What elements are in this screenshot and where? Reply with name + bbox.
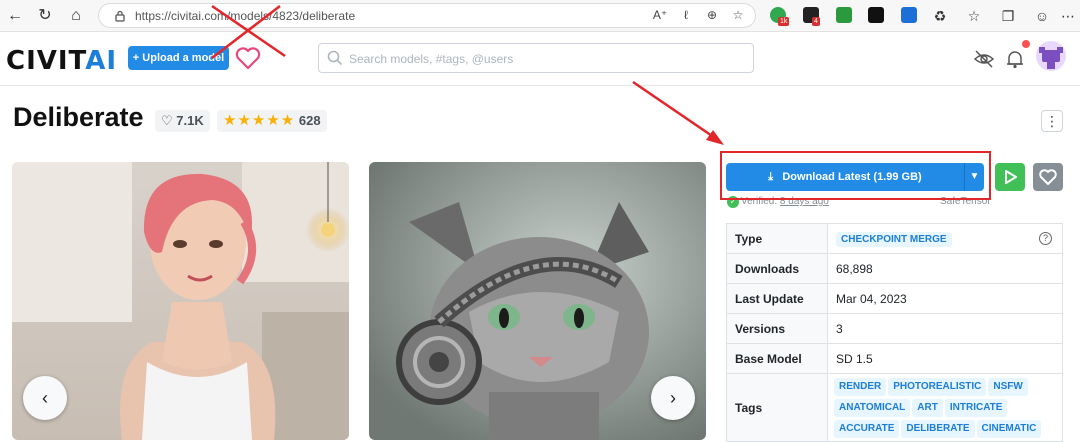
details-row-last-update: Last Update Mar 04, 2023 <box>726 283 1063 314</box>
rating-count: 628 <box>298 113 321 128</box>
tags-cell: RENDER PHOTOREALISTIC NSFW ANATOMICAL ART INT… <box>827 373 1063 442</box>
collections-icon[interactable]: ❐ <box>999 7 1017 25</box>
browser-toolbar: ← ↻ ⌂ https://civitai.com/models/4823/de… <box>0 0 1080 32</box>
likes-count: 7.1K <box>176 113 204 128</box>
upload-model-button[interactable]: + Upload a model <box>128 46 229 70</box>
last-update-value: Mar 04, 2023 <box>827 283 1063 314</box>
tag-chip[interactable]: CINEMATIC <box>976 420 1042 438</box>
type-cell: CHECKPOINT MERGE? <box>827 223 1063 254</box>
last-update-label: Last Update <box>726 283 828 314</box>
details-row-type: Type CHECKPOINT MERGE? <box>726 223 1063 254</box>
tags-label: Tags <box>726 373 828 442</box>
search-input[interactable]: Search models, #tags, @users <box>318 43 754 73</box>
tag-chip[interactable]: ANATOMICAL <box>834 399 911 417</box>
logo-text-ai: AI <box>85 46 118 76</box>
search-icon <box>327 50 343 66</box>
logo-text-civit: CIVIT <box>6 46 86 76</box>
shield-extension-icon[interactable] <box>836 7 852 23</box>
downloads-label: Downloads <box>726 253 828 284</box>
tag-chip[interactable]: INTRICATE <box>944 399 1008 417</box>
add-favorite-icon[interactable]: ☆ <box>729 8 747 22</box>
favorites-icon[interactable]: ☆ <box>965 7 983 25</box>
tag-chip[interactable]: NSFW <box>988 378 1028 396</box>
translate-icon[interactable]: ℓ <box>677 8 695 22</box>
downloads-value: 68,898 <box>827 253 1063 284</box>
extension-5-icon[interactable] <box>901 7 917 23</box>
details-row-tags: Tags RENDER PHOTOREALISTIC NSFWANATOMICAL A… <box>726 373 1063 442</box>
base-model-value: SD 1.5 <box>827 343 1063 374</box>
annotation-highlight-box <box>720 151 991 200</box>
more-menu-icon[interactable]: ⋯ <box>1059 7 1077 25</box>
favorite-button[interactable] <box>1033 163 1063 191</box>
details-row-base-model: Base Model SD 1.5 <box>726 343 1063 374</box>
type-badge: CHECKPOINT MERGE <box>836 231 952 247</box>
url-text: https://civitai.com/models/4823/delibera… <box>135 9 356 23</box>
notification-dot <box>1022 40 1030 48</box>
address-bar[interactable]: https://civitai.com/models/4823/delibera… <box>98 3 756 28</box>
base-model-label: Base Model <box>726 343 828 374</box>
heart-icon <box>1039 169 1057 185</box>
profile-icon[interactable]: ☺ <box>1033 7 1051 25</box>
extension-1-badge: 1k <box>778 17 790 26</box>
home-icon[interactable]: ⌂ <box>66 6 86 26</box>
versions-label: Versions <box>726 313 828 344</box>
annotation-arrow <box>632 80 724 145</box>
heart-outline-icon: ♡ <box>161 113 173 128</box>
read-aloud-icon[interactable]: A⁺ <box>651 8 669 22</box>
avatar[interactable] <box>1036 41 1066 71</box>
carousel-prev-button[interactable]: ‹ <box>23 376 67 420</box>
model-details-table: Type CHECKPOINT MERGE? Downloads 68,898 … <box>726 223 1063 442</box>
rating-badge[interactable]: ★★★★★ 628 <box>217 110 327 132</box>
more-options-button[interactable]: ⋮ <box>1041 110 1063 132</box>
versions-value: 3 <box>827 313 1063 344</box>
extension-4-icon[interactable] <box>868 7 884 23</box>
bell-icon[interactable] <box>1004 48 1026 70</box>
likes-badge[interactable]: ♡ 7.1K <box>155 110 210 132</box>
preview-image-2[interactable]: › <box>369 162 706 440</box>
civitai-logo[interactable]: CIVITAI <box>6 46 117 76</box>
lock-icon <box>115 10 125 22</box>
tag-chip[interactable]: PHOTOREALISTIC <box>888 378 987 396</box>
refresh-icon[interactable]: ↻ <box>35 6 55 26</box>
heart-icon[interactable] <box>234 44 262 72</box>
extension-2-badge: 4 <box>812 17 820 26</box>
hide-nsfw-eye-icon[interactable] <box>973 48 995 70</box>
run-model-button[interactable] <box>995 163 1025 191</box>
details-row-downloads: Downloads 68,898 <box>726 253 1063 284</box>
site-header: CIVITAI + Upload a model Search models, … <box>0 32 1080 86</box>
details-row-versions: Versions 3 <box>726 313 1063 344</box>
rating-stars: ★★★★★ <box>223 112 296 129</box>
preview-image-1[interactable]: ‹ <box>12 162 349 440</box>
model-title: Deliberate <box>13 102 144 132</box>
carousel-next-button[interactable]: › <box>651 376 695 420</box>
help-icon[interactable]: ? <box>1039 232 1052 245</box>
tag-chip[interactable]: RENDER <box>834 378 887 396</box>
search-placeholder: Search models, #tags, @users <box>349 52 514 66</box>
extensions-puzzle-icon[interactable]: ♻ <box>931 7 949 25</box>
tag-chip[interactable]: DELIBERATE <box>901 420 975 438</box>
play-icon <box>1005 170 1017 184</box>
type-label: Type <box>726 223 828 254</box>
back-icon[interactable]: ← <box>5 6 25 26</box>
tag-chip[interactable]: ACCURATE <box>834 420 900 438</box>
zoom-icon[interactable]: ⊕ <box>703 8 721 22</box>
tag-chip[interactable]: ART <box>912 399 943 417</box>
